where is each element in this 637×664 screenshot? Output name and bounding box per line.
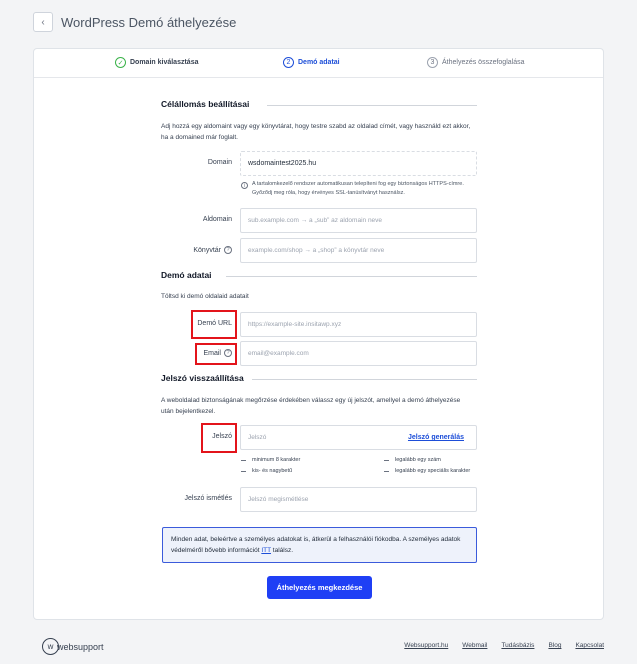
password-section-title: Jelszó visszaállítása	[161, 373, 244, 383]
info-icon: i	[241, 182, 248, 189]
footer-link-knowledge-base[interactable]: Tudásbázis	[501, 642, 534, 649]
main-card: ✓ Domain kiválasztása 2 Demó adatai 3 Át…	[33, 48, 604, 620]
directory-label-text: Könyvtár	[193, 246, 221, 254]
footer-link-webmail[interactable]: Webmail	[462, 642, 487, 649]
chevron-left-icon: ‹	[41, 16, 45, 28]
footer-link-contact[interactable]: Kapcsolat	[575, 642, 604, 649]
logo-text: websupport	[57, 641, 104, 652]
divider	[226, 276, 477, 277]
requirement-text: kis- és nagybetű	[252, 468, 293, 474]
step-label: Áthelyezés összefoglalása	[442, 59, 525, 66]
subdomain-input[interactable]: sub.example.com → a „sub” az aldomain ne…	[240, 208, 477, 233]
start-migration-button[interactable]: Áthelyezés megkezdése	[267, 576, 372, 599]
password-repeat-placeholder: Jelszó megismétlése	[248, 496, 309, 503]
demo-url-placeholder: https://example-site.insitawp.xyz	[248, 321, 342, 328]
subdomain-label: Aldomain	[202, 216, 232, 223]
domain-field[interactable]: wsdomaintest2025.hu	[240, 151, 477, 176]
demo-url-input[interactable]: https://example-site.insitawp.xyz	[240, 312, 477, 337]
generate-password-link[interactable]: Jelszó generálás	[408, 434, 464, 441]
dash-icon	[241, 459, 246, 461]
footer: w websupport Websupport.hu Webmail Tudás…	[42, 638, 604, 658]
step-demo-data: 2 Demó adatai	[283, 57, 340, 68]
page-title: WordPress Demó áthelyezése	[61, 14, 237, 30]
info-link[interactable]: ITT	[261, 547, 271, 554]
subdomain-placeholder: sub.example.com → a „sub” az aldomain ne…	[248, 217, 383, 224]
step-number: 2	[283, 57, 294, 68]
dash-icon	[384, 470, 389, 472]
divider	[267, 105, 477, 106]
step-domain-selection: ✓ Domain kiválasztása	[115, 57, 198, 68]
domain-label: Domain	[207, 159, 232, 166]
requirement-item: legalább egy speciális karakter	[384, 468, 470, 474]
step-label: Demó adatai	[298, 59, 340, 66]
back-button[interactable]: ‹	[33, 12, 53, 32]
dash-icon	[384, 459, 389, 461]
requirement-item: kis- és nagybetű	[241, 468, 292, 474]
password-repeat-input[interactable]: Jelszó megismétlése	[240, 487, 477, 512]
highlight-box	[201, 423, 237, 453]
top-bar: ‹ WordPress Demó áthelyezése	[33, 12, 236, 32]
step-label: Domain kiválasztása	[130, 59, 199, 66]
directory-input[interactable]: example.com/shop → a „shop” a könyvtár n…	[240, 238, 477, 263]
step-summary: 3 Áthelyezés összefoglalása	[427, 57, 525, 68]
requirement-text: legalább egy szám	[395, 457, 441, 463]
password-input[interactable]: Jelszó Jelszó generálás	[240, 425, 477, 450]
privacy-info-box: Minden adat, beleértve a személyes adato…	[162, 527, 477, 563]
info-text-end: találsz.	[270, 547, 294, 554]
divider	[252, 379, 477, 380]
demo-section-title: Demó adatai	[161, 270, 212, 280]
password-repeat-label: Jelszó ismétlés	[184, 495, 232, 502]
footer-link-blog[interactable]: Blog	[548, 642, 561, 649]
target-section-title: Célállomás beállításai	[161, 99, 250, 109]
websupport-logo[interactable]: w websupport	[42, 638, 104, 655]
footer-links: Websupport.hu Webmail Tudásbázis Blog Ka…	[404, 642, 604, 649]
domain-value: wsdomaintest2025.hu	[248, 160, 317, 167]
dash-icon	[241, 470, 246, 472]
question-icon[interactable]: ?	[224, 246, 232, 254]
requirement-item: legalább egy szám	[384, 457, 441, 463]
directory-placeholder: example.com/shop → a „shop” a könyvtár n…	[248, 247, 385, 254]
password-placeholder: Jelszó	[248, 434, 267, 441]
footer-link-websupport[interactable]: Websupport.hu	[404, 642, 448, 649]
step-number: 3	[427, 57, 438, 68]
email-placeholder: email@example.com	[248, 350, 309, 357]
password-description: A weboldalad biztonságának megőrzése érd…	[161, 397, 461, 415]
domain-note: A tartalomkezelő rendszer automatikusan …	[252, 181, 464, 196]
email-input[interactable]: email@example.com	[240, 341, 477, 366]
check-icon: ✓	[115, 57, 126, 68]
highlight-box	[195, 343, 237, 365]
info-text: Minden adat, beleértve a személyes adato…	[171, 536, 461, 554]
stepper: ✓ Domain kiválasztása 2 Demó adatai 3 Át…	[34, 49, 603, 78]
target-description: Adj hozzá egy aldomaint vagy egy könyvtá…	[161, 123, 471, 141]
requirement-text: legalább egy speciális karakter	[395, 468, 471, 474]
highlight-box	[191, 310, 237, 339]
demo-description: Töltsd ki demó oldalaid adatait	[161, 293, 249, 300]
requirement-item: minimum 8 karakter	[241, 457, 300, 463]
requirement-text: minimum 8 karakter	[252, 457, 301, 463]
directory-label: Könyvtár?	[161, 246, 232, 254]
